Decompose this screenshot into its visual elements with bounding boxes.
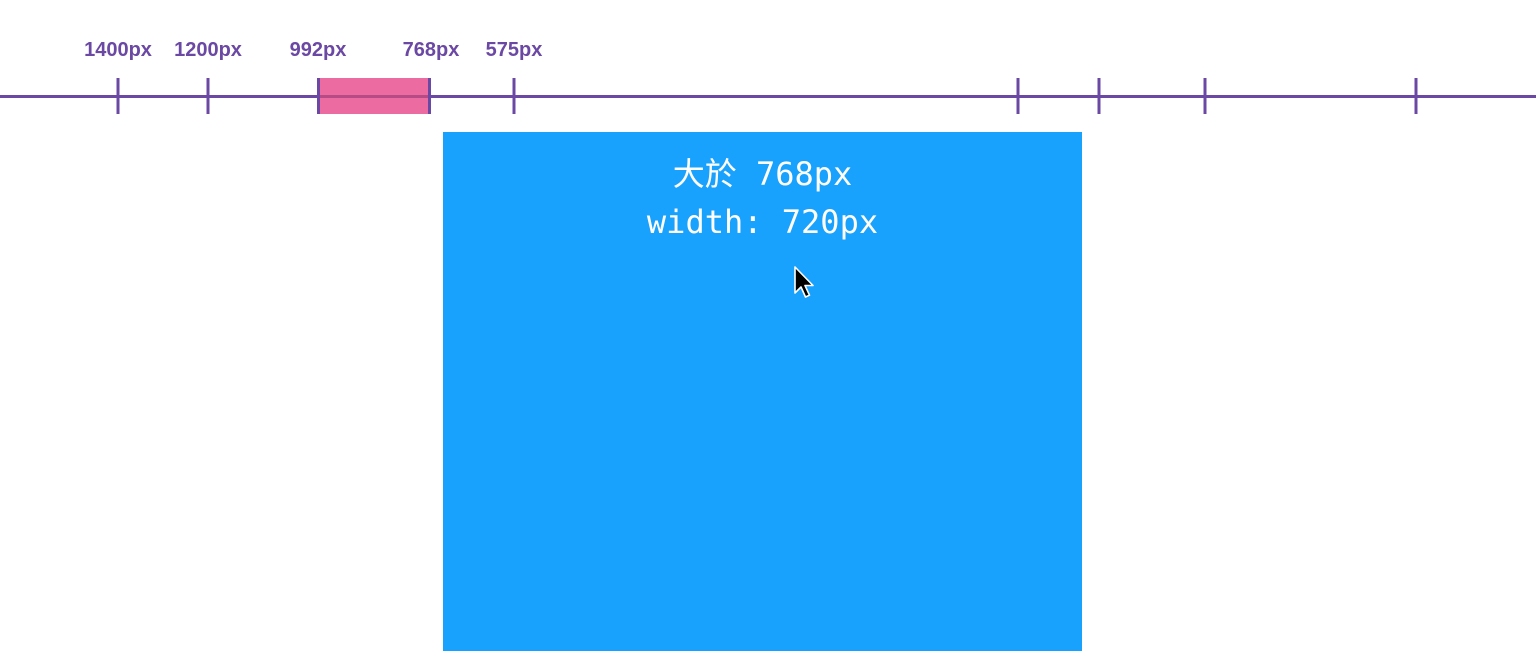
container-box: 大於 768px width: 720px xyxy=(443,132,1082,651)
tick-1400-left xyxy=(116,78,120,114)
breakpoint-diagram: 1400px 1200px 992px 768px 575px 大於 768px… xyxy=(0,0,1536,651)
breakpoint-label-575: 575px xyxy=(485,39,543,61)
tick-768-right xyxy=(1097,78,1101,114)
breakpoint-ruler-line xyxy=(0,95,1536,98)
container-breakpoint-text: 大於 768px xyxy=(672,155,853,193)
breakpoint-label-1400: 1400px xyxy=(84,39,152,61)
mouse-pointer-icon xyxy=(794,266,814,298)
tick-575-right xyxy=(1016,78,1020,114)
tick-575-left xyxy=(512,78,516,114)
tick-1200-left xyxy=(206,78,210,114)
breakpoint-label-1200: 1200px xyxy=(174,39,242,61)
breakpoint-label-768: 768px xyxy=(402,39,460,61)
active-breakpoint-range xyxy=(317,78,431,114)
tick-1200-right xyxy=(1414,78,1418,114)
container-width-text: width: 720px xyxy=(646,203,879,241)
breakpoint-label-992: 992px xyxy=(289,39,347,61)
tick-992-right xyxy=(1203,78,1207,114)
